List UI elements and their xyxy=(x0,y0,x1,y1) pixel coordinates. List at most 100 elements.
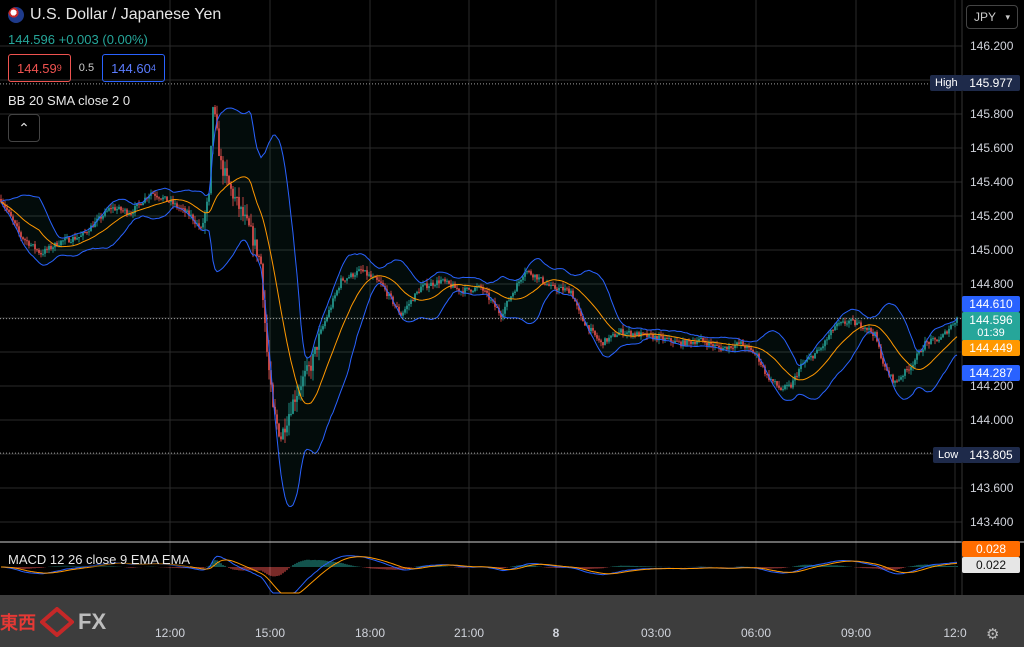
candle-body xyxy=(306,365,308,371)
candle-body xyxy=(406,305,408,310)
candle-body xyxy=(140,203,142,206)
low-value-tag: 143.805 xyxy=(962,447,1020,463)
collapse-legend-button[interactable]: ⌃ xyxy=(8,114,40,142)
candle-body xyxy=(78,236,80,239)
candle-body xyxy=(852,319,854,321)
candle-body xyxy=(532,274,534,278)
candle-body xyxy=(20,232,22,238)
price-tick-label: 144.000 xyxy=(970,413,1014,427)
candle-body xyxy=(900,377,902,380)
candle-body xyxy=(38,249,40,253)
candle-body xyxy=(360,269,362,271)
candle-body xyxy=(686,339,688,346)
candle-body xyxy=(48,246,50,250)
candle-body xyxy=(550,284,552,286)
candle-body xyxy=(18,226,20,233)
candle-body xyxy=(896,380,898,382)
candle-body xyxy=(782,389,784,391)
price-tick-label: 145.800 xyxy=(970,107,1014,121)
logo-chinese-text: 東西 xyxy=(0,613,36,633)
candle-body xyxy=(552,284,554,286)
candle-body xyxy=(260,256,262,264)
candle-body xyxy=(732,347,734,349)
candle-body xyxy=(448,280,450,284)
sell-button[interactable]: 144.59 9 xyxy=(8,54,71,82)
candle-body xyxy=(156,195,158,198)
candle-body xyxy=(906,369,908,371)
candle-body xyxy=(74,237,76,240)
candle-body xyxy=(908,369,910,371)
candle-body xyxy=(364,270,366,272)
candle-body xyxy=(304,370,306,377)
candle-body xyxy=(518,281,520,284)
currency-selector[interactable]: JPY ▾ xyxy=(966,5,1018,29)
candle-body xyxy=(112,207,114,209)
candle-body xyxy=(776,381,778,386)
candle-body xyxy=(544,283,546,285)
candle-body xyxy=(200,227,202,229)
candle-body xyxy=(164,196,166,198)
time-tick-label: 8 xyxy=(552,626,560,640)
candle-body xyxy=(592,327,594,331)
candle-body xyxy=(546,284,548,286)
candle-body xyxy=(862,327,864,329)
bollinger-indicator-label[interactable]: BB 20 SMA close 2 0 xyxy=(8,93,130,108)
candle-body xyxy=(534,274,536,278)
candle-body xyxy=(864,327,866,329)
symbol-header[interactable]: U.S. Dollar / Japanese Yen xyxy=(8,6,221,24)
candle-body xyxy=(938,339,940,342)
candle-body xyxy=(222,160,224,176)
candle-body xyxy=(568,288,570,294)
candle-body xyxy=(158,197,160,199)
candle-body xyxy=(932,338,934,340)
candle-body xyxy=(84,232,86,234)
diamond-logo-icon xyxy=(40,607,74,637)
candle-body xyxy=(522,276,524,280)
buy-button[interactable]: 144.60 4 xyxy=(102,54,165,82)
gear-icon[interactable]: ⚙ xyxy=(986,625,999,643)
candle-body xyxy=(834,326,836,331)
candle-body xyxy=(42,253,44,255)
candle-body xyxy=(36,249,38,251)
candle-body xyxy=(772,379,774,382)
price-tick-label: 143.400 xyxy=(970,515,1014,529)
candle-body xyxy=(684,340,686,346)
candle-body xyxy=(508,300,510,302)
candle-body xyxy=(718,345,720,348)
candle-body xyxy=(256,239,258,256)
candle-body xyxy=(8,209,10,213)
candle-body xyxy=(296,395,298,402)
candle-body xyxy=(308,365,310,367)
candle-body xyxy=(594,330,596,336)
candle-body xyxy=(426,283,428,289)
candle-body xyxy=(558,287,560,291)
candle-body xyxy=(138,203,140,205)
candle-body xyxy=(678,341,680,343)
currency-label: JPY xyxy=(974,10,997,24)
candle-body xyxy=(302,376,304,387)
candle-body xyxy=(934,338,936,340)
candle-body xyxy=(322,326,324,330)
candle-body xyxy=(474,287,476,292)
candle-body xyxy=(40,252,42,255)
candle-body xyxy=(294,399,296,402)
candle-body xyxy=(830,330,832,336)
candle-body xyxy=(310,365,312,371)
macd-indicator-label[interactable]: MACD 12 26 close 9 EMA EMA xyxy=(8,552,191,567)
candle-body xyxy=(840,322,842,324)
high-label-tag: High xyxy=(930,75,963,91)
candle-body xyxy=(566,288,568,290)
candle-body xyxy=(850,319,852,321)
candle-body xyxy=(402,312,404,316)
candle-body xyxy=(354,275,356,277)
candle-body xyxy=(102,215,104,219)
candle-body xyxy=(490,299,492,301)
candle-body xyxy=(228,176,230,184)
candle-body xyxy=(366,270,368,276)
chart-canvas[interactable] xyxy=(0,0,1024,647)
symbol-title: U.S. Dollar / Japanese Yen xyxy=(30,6,222,23)
candle-body xyxy=(484,290,486,292)
spread-value: 0.5 xyxy=(78,62,95,74)
candle-body xyxy=(596,335,598,339)
candle-body xyxy=(324,321,326,327)
